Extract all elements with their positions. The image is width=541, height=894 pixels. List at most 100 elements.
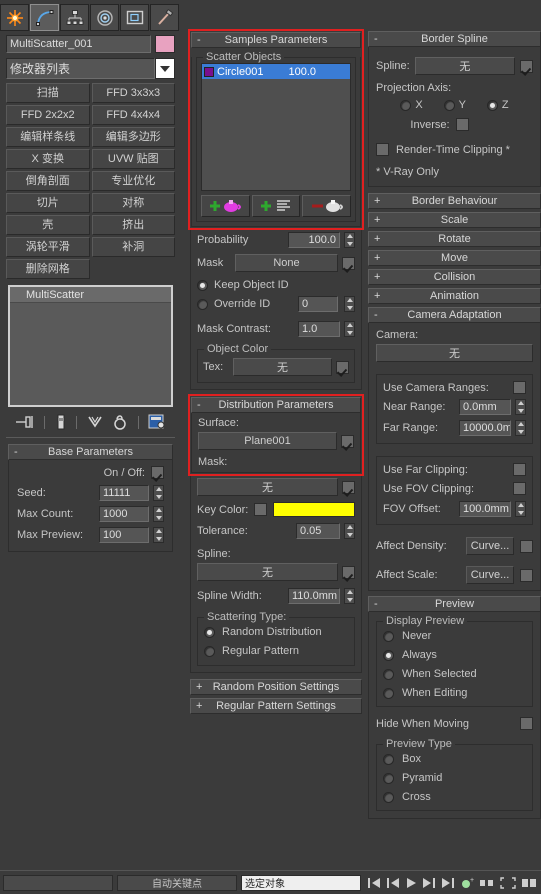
modifier-button[interactable]: 切片 bbox=[6, 193, 90, 213]
seed-spinner[interactable] bbox=[153, 485, 164, 501]
border-spline-checkbox[interactable] bbox=[520, 59, 533, 73]
samples-parameters-header[interactable]: - Samples Parameters bbox=[191, 32, 361, 48]
scale-rollout[interactable]: + Scale bbox=[368, 212, 541, 228]
preview-when-selected-radio[interactable] bbox=[383, 668, 394, 680]
regular-pattern-radio[interactable] bbox=[204, 645, 215, 657]
selection-set-field[interactable]: 选定对象 bbox=[241, 874, 361, 891]
spline-width-spinner[interactable] bbox=[344, 588, 355, 604]
pan-view-icon[interactable] bbox=[479, 877, 495, 889]
fov-offset-spinner[interactable] bbox=[515, 501, 526, 517]
regular-pattern-settings-header[interactable]: + Regular Pattern Settings bbox=[190, 698, 362, 714]
expand-toggle[interactable]: + bbox=[374, 194, 380, 208]
modifier-button[interactable]: 编辑多边形 bbox=[91, 127, 175, 147]
modifier-button[interactable]: 挤出 bbox=[91, 215, 175, 235]
modifier-button[interactable]: FFD 4x4x4 bbox=[91, 105, 175, 125]
modifier-button[interactable]: UVW 贴图 bbox=[91, 149, 175, 169]
tex-enable-checkbox[interactable] bbox=[336, 360, 349, 374]
collapse-toggle[interactable]: - bbox=[374, 308, 378, 322]
tolerance-spinner[interactable] bbox=[344, 523, 355, 539]
surface-picker-button[interactable]: Plane001 bbox=[198, 432, 337, 450]
axis-z-radio[interactable] bbox=[486, 99, 498, 111]
axis-x-radio[interactable] bbox=[400, 99, 412, 111]
key-color-checkbox[interactable] bbox=[254, 503, 268, 516]
affect-density-checkbox[interactable] bbox=[520, 539, 533, 553]
previous-frame-icon[interactable] bbox=[386, 877, 400, 889]
collision-header[interactable]: + Collision bbox=[368, 269, 541, 285]
scatter-objects-list[interactable]: Circle001 100.0 bbox=[201, 63, 351, 191]
modifier-button[interactable]: 删除网格 bbox=[6, 259, 90, 279]
add-object-button[interactable] bbox=[201, 195, 250, 217]
chevron-down-icon[interactable] bbox=[155, 58, 175, 79]
expand-toggle[interactable]: + bbox=[196, 699, 202, 713]
preview-when-editing-radio[interactable] bbox=[383, 687, 394, 699]
near-range-spinner[interactable] bbox=[515, 399, 526, 415]
border-spline-picker-button[interactable]: 无 bbox=[414, 57, 515, 75]
mask-contrast-spinner[interactable] bbox=[344, 321, 355, 337]
auto-key-button[interactable]: 自动关键点 bbox=[117, 874, 237, 891]
zoom-extents-icon[interactable] bbox=[500, 876, 516, 889]
border-spline-header[interactable]: - Border Spline bbox=[368, 31, 541, 47]
move-rollout[interactable]: + Move bbox=[368, 250, 541, 266]
mask-enable-checkbox[interactable] bbox=[342, 256, 355, 270]
random-position-settings-header[interactable]: + Random Position Settings bbox=[190, 679, 362, 695]
modifier-button[interactable]: 专业优化 bbox=[91, 171, 175, 191]
motion-tab[interactable] bbox=[90, 4, 119, 31]
preview-never-radio[interactable] bbox=[383, 630, 394, 642]
probability-spinner[interactable] bbox=[344, 232, 355, 248]
modifier-button[interactable]: 倒角剖面 bbox=[6, 171, 90, 191]
near-range-input[interactable]: 0.0mm bbox=[459, 399, 511, 415]
inverse-checkbox[interactable] bbox=[455, 118, 469, 131]
modifier-button[interactable]: 壳 bbox=[6, 215, 90, 235]
use-far-clipping-checkbox[interactable] bbox=[513, 463, 526, 476]
use-camera-ranges-checkbox[interactable] bbox=[513, 381, 526, 394]
hide-when-moving-checkbox[interactable] bbox=[520, 717, 533, 730]
max-count-spinner[interactable] bbox=[153, 506, 164, 522]
max-preview-spinner[interactable] bbox=[153, 527, 164, 543]
preview-header[interactable]: - Preview bbox=[368, 596, 541, 612]
tex-picker-button[interactable]: 无 bbox=[233, 358, 332, 376]
modifier-button[interactable]: 涡轮平滑 bbox=[6, 237, 90, 257]
expand-toggle[interactable]: + bbox=[374, 213, 380, 227]
modifier-stack-item[interactable]: MultiScatter bbox=[10, 287, 171, 303]
affect-scale-checkbox[interactable] bbox=[520, 568, 533, 582]
modifier-button[interactable]: 补洞 bbox=[91, 237, 175, 257]
preview-type-pyramid-radio[interactable] bbox=[383, 772, 394, 784]
seed-input[interactable]: 11111 bbox=[99, 485, 149, 501]
preview-type-box-radio[interactable] bbox=[383, 753, 394, 765]
key-color-swatch[interactable] bbox=[273, 502, 355, 517]
display-tab[interactable] bbox=[120, 4, 149, 31]
modifier-list-dropdown[interactable]: 修改器列表 bbox=[6, 58, 155, 79]
go-to-start-icon[interactable] bbox=[367, 877, 381, 889]
affect-density-curve-button[interactable]: Curve... bbox=[466, 537, 514, 555]
add-list-button[interactable] bbox=[251, 195, 301, 217]
mask-contrast-input[interactable]: 1.0 bbox=[298, 321, 340, 337]
scale-header[interactable]: + Scale bbox=[368, 212, 541, 228]
on-off-checkbox[interactable] bbox=[151, 466, 164, 479]
override-id-spinner[interactable] bbox=[344, 296, 355, 312]
collapse-toggle[interactable]: - bbox=[14, 445, 18, 459]
play-icon[interactable] bbox=[405, 877, 417, 889]
distribution-mask-picker-button[interactable]: 无 bbox=[197, 478, 338, 496]
modify-tab[interactable] bbox=[30, 4, 59, 31]
preview-type-cross-radio[interactable] bbox=[383, 791, 394, 803]
regular-pattern-settings-rollout[interactable]: + Regular Pattern Settings bbox=[190, 698, 362, 714]
distribution-parameters-header[interactable]: - Distribution Parameters bbox=[191, 397, 361, 413]
collapse-toggle[interactable]: - bbox=[374, 32, 378, 46]
fov-offset-input[interactable]: 100.0mm bbox=[459, 501, 511, 517]
spline-picker-button[interactable]: 无 bbox=[197, 563, 338, 581]
configure-sets-icon[interactable] bbox=[148, 414, 166, 430]
expand-toggle[interactable]: + bbox=[374, 270, 380, 284]
keep-object-id-radio[interactable] bbox=[197, 279, 208, 291]
camera-adaptation-header[interactable]: - Camera Adaptation bbox=[368, 307, 541, 323]
override-id-input[interactable]: 0 bbox=[298, 296, 338, 312]
preview-always-radio[interactable] bbox=[383, 649, 394, 661]
probability-input[interactable]: 100.0 bbox=[288, 232, 340, 248]
pin-icon[interactable] bbox=[15, 415, 35, 429]
maximize-viewport-icon[interactable] bbox=[521, 877, 537, 889]
scatter-object-row[interactable]: Circle001 100.0 bbox=[202, 64, 350, 79]
max-count-input[interactable]: 1000 bbox=[99, 506, 149, 522]
collapse-toggle[interactable]: - bbox=[374, 597, 378, 611]
far-range-input[interactable]: 10000.0m bbox=[459, 420, 511, 436]
random-distribution-radio[interactable] bbox=[204, 626, 215, 638]
modifier-button[interactable]: 编辑样条线 bbox=[6, 127, 90, 147]
